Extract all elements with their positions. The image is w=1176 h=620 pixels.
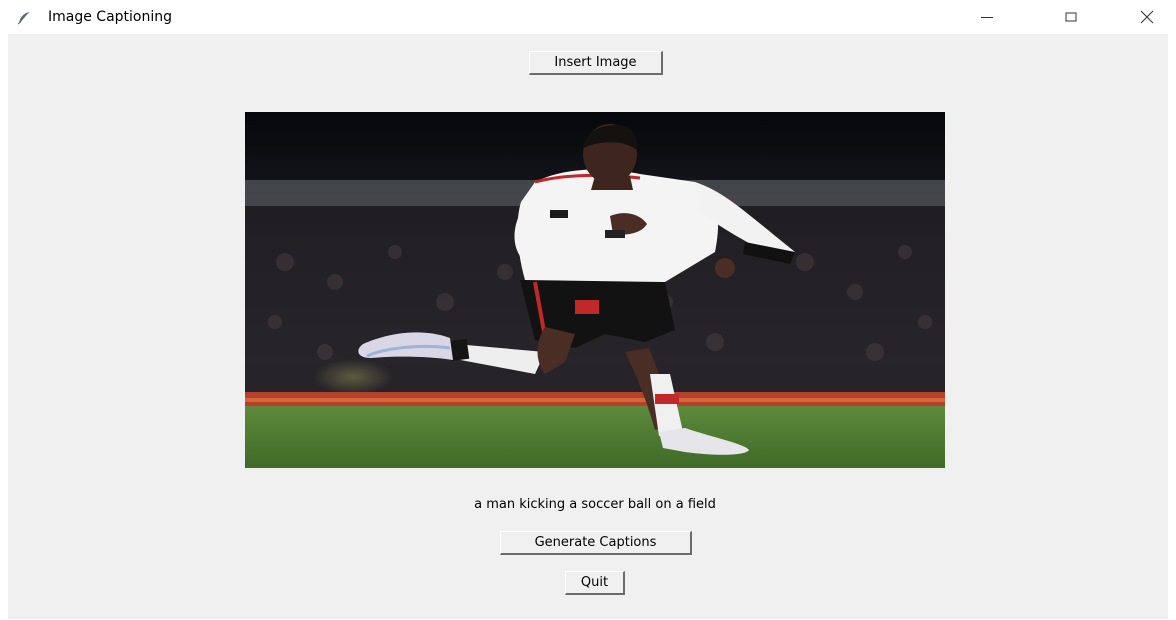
- maximize-button[interactable]: [1048, 0, 1094, 34]
- title-bar: Image Captioning: [0, 0, 1176, 34]
- insert-image-button[interactable]: Insert Image: [529, 51, 663, 75]
- soccer-player-photo: [245, 112, 945, 468]
- maximize-icon: [1065, 12, 1077, 22]
- minimize-icon: [981, 17, 993, 18]
- minimize-button[interactable]: [964, 0, 1010, 34]
- feather-icon: [17, 12, 30, 25]
- photo-illustration: [245, 112, 945, 468]
- close-button[interactable]: [1124, 0, 1170, 34]
- generate-captions-button[interactable]: Generate Captions: [500, 531, 692, 555]
- quit-button[interactable]: Quit: [565, 571, 625, 595]
- caption-label: a man kicking a soccer ball on a field: [474, 497, 716, 512]
- window-title: Image Captioning: [48, 9, 173, 25]
- close-icon: [1140, 10, 1154, 24]
- main-window-body: Insert Image a man kicking a soccer ball…: [8, 34, 1168, 619]
